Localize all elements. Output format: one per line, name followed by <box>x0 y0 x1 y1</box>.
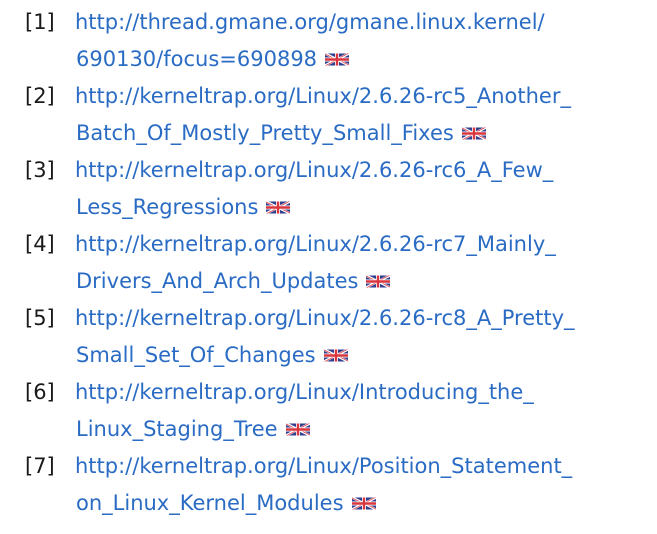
uk-flag-icon <box>351 496 376 511</box>
reference-item: [1] http://thread.gmane.org/gmane.linux.… <box>0 4 657 78</box>
uk-flag-icon <box>461 126 486 141</box>
reference-link[interactable]: http://kerneltrap.org/Linux/2.6.26-rc7_M… <box>75 226 650 300</box>
reference-link[interactable]: http://kerneltrap.org/Linux/Introducing_… <box>75 374 650 448</box>
uk-flag-icon <box>366 274 391 289</box>
reference-number: [4] <box>25 232 55 256</box>
reference-url-line2-text: Less_Regressions <box>76 195 259 219</box>
reference-number: [1] <box>25 10 55 34</box>
reference-url-line2: Linux_Staging_Tree <box>75 411 650 448</box>
reference-number: [5] <box>25 306 55 330</box>
reference-url-line2: Drivers_And_Arch_Updates <box>75 263 650 300</box>
reference-link[interactable]: http://kerneltrap.org/Linux/2.6.26-rc8_A… <box>75 300 650 374</box>
reference-link[interactable]: http://thread.gmane.org/gmane.linux.kern… <box>75 4 650 78</box>
uk-flag-icon <box>323 348 348 363</box>
reference-number: [3] <box>25 158 55 182</box>
uk-flag-icon <box>266 200 291 215</box>
reference-url-line2: Batch_Of_Mostly_Pretty_Small_Fixes <box>75 115 650 152</box>
reference-item: [7] http://kerneltrap.org/Linux/Position… <box>0 448 657 522</box>
reference-item: [4] http://kerneltrap.org/Linux/2.6.26-r… <box>0 226 657 300</box>
reference-item: [2] http://kerneltrap.org/Linux/2.6.26-r… <box>0 78 657 152</box>
reference-number: [2] <box>25 84 55 108</box>
uk-flag-icon <box>325 52 350 67</box>
reference-url-line2-text: on_Linux_Kernel_Modules <box>76 491 344 515</box>
reference-number: [7] <box>25 454 55 478</box>
reference-url-line2: Less_Regressions <box>75 189 650 226</box>
reference-url-line2: on_Linux_Kernel_Modules <box>75 485 650 522</box>
reference-link[interactable]: http://kerneltrap.org/Linux/Position_Sta… <box>75 448 650 522</box>
reference-url-line2-text: Batch_Of_Mostly_Pretty_Small_Fixes <box>76 121 454 145</box>
reference-link[interactable]: http://kerneltrap.org/Linux/2.6.26-rc6_A… <box>75 152 650 226</box>
reference-url-line2-text: 690130/focus=690898 <box>76 47 318 71</box>
reference-url-line1: http://kerneltrap.org/Linux/Position_Sta… <box>75 454 573 478</box>
reference-url-line1: http://kerneltrap.org/Linux/Introducing_… <box>75 380 534 404</box>
reference-url-line1: http://kerneltrap.org/Linux/2.6.26-rc5_A… <box>75 84 571 108</box>
reference-url-line1: http://kerneltrap.org/Linux/2.6.26-rc6_A… <box>75 158 554 182</box>
reference-list: [1] http://thread.gmane.org/gmane.linux.… <box>0 0 657 522</box>
reference-url-line2: 690130/focus=690898 <box>75 41 650 78</box>
reference-item: [5] http://kerneltrap.org/Linux/2.6.26-r… <box>0 300 657 374</box>
reference-item: [6] http://kerneltrap.org/Linux/Introduc… <box>0 374 657 448</box>
reference-url-line2-text: Drivers_And_Arch_Updates <box>76 269 359 293</box>
reference-item: [3] http://kerneltrap.org/Linux/2.6.26-r… <box>0 152 657 226</box>
reference-url-line2: Small_Set_Of_Changes <box>75 337 650 374</box>
reference-url-line1: http://thread.gmane.org/gmane.linux.kern… <box>75 10 545 34</box>
reference-number: [6] <box>25 380 55 404</box>
reference-url-line1: http://kerneltrap.org/Linux/2.6.26-rc8_A… <box>75 306 575 330</box>
reference-url-line2-text: Small_Set_Of_Changes <box>76 343 316 367</box>
reference-link[interactable]: http://kerneltrap.org/Linux/2.6.26-rc5_A… <box>75 78 650 152</box>
reference-url-line1: http://kerneltrap.org/Linux/2.6.26-rc7_M… <box>75 232 556 256</box>
uk-flag-icon <box>285 422 310 437</box>
reference-url-line2-text: Linux_Staging_Tree <box>76 417 278 441</box>
